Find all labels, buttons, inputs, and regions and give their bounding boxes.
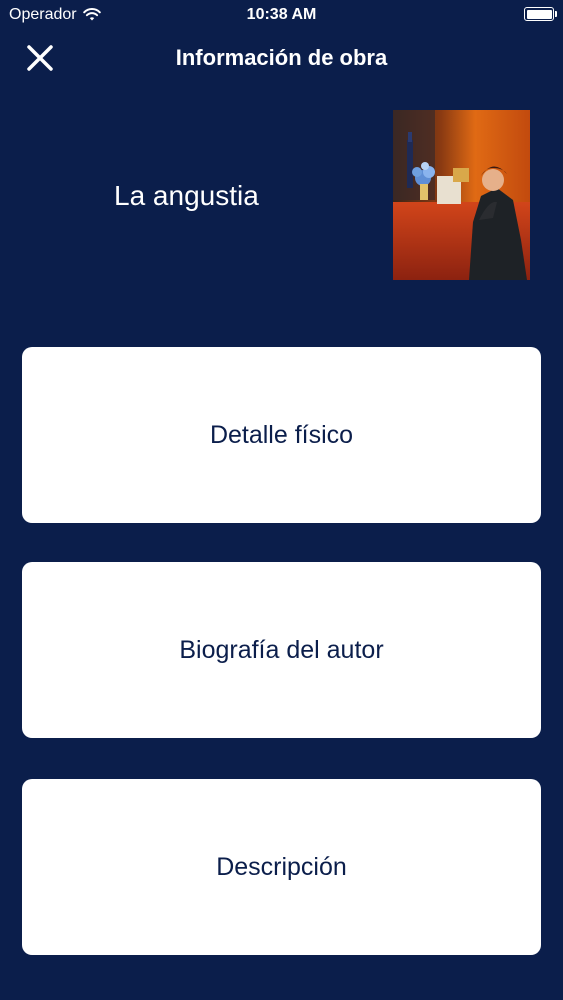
physical-detail-label: Detalle físico [209,420,354,449]
description-label: Descripción [216,852,347,881]
page-title: Información de obra [175,45,388,70]
author-biography-label: Biografía del autor [179,635,384,664]
author-biography-button[interactable]: Biografía del autor [22,562,541,738]
status-time: 10:38 AM [246,6,317,23]
battery-icon [524,7,557,21]
status-bar: Operador 10:38 AM [0,0,563,30]
physical-detail-button[interactable]: Detalle físico [22,347,541,523]
artwork-thumbnail [393,110,530,280]
description-button[interactable]: Descripción [22,779,541,955]
artwork-title: La angustia [114,180,259,211]
battery-level [526,9,552,19]
navigation-bar: Información de obra [0,30,563,86]
